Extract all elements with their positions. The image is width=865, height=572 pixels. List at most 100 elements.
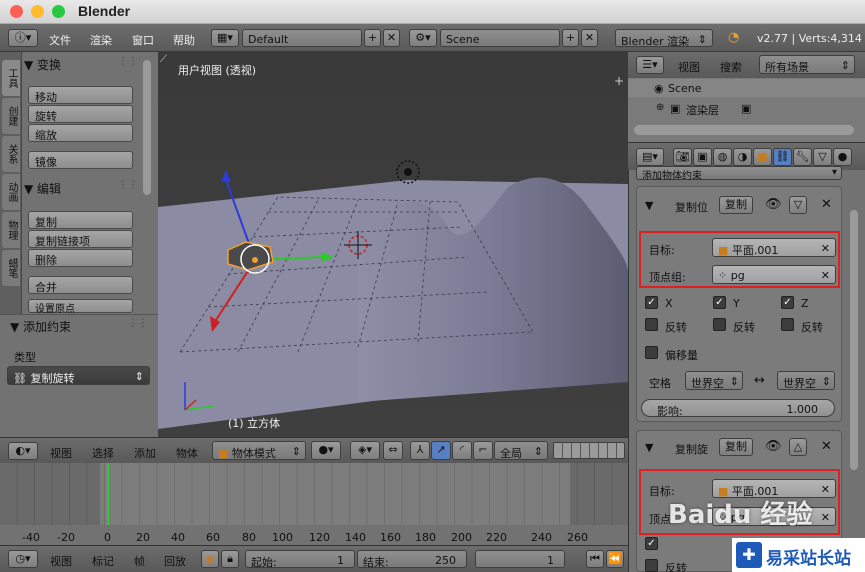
pivot-icon[interactable]: ◈▾ [350, 441, 380, 460]
shading-icon[interactable]: ●▾ [311, 441, 341, 460]
jump-start-icon[interactable]: ⏮ [586, 550, 604, 568]
delete-layout-icon[interactable]: ✕ [383, 29, 400, 47]
editor-type-icon[interactable]: ⓘ▾ [8, 29, 38, 47]
collapse-icon[interactable]: ▼ [645, 441, 653, 454]
menu-render[interactable]: 渲染 [90, 32, 112, 48]
use-x-checkbox[interactable]: ✓ [645, 537, 658, 550]
tab-animation[interactable]: 动画 [2, 174, 20, 210]
properties-scrollbar[interactable] [850, 210, 858, 470]
rotate-widget-icon[interactable]: ↗ [431, 441, 451, 460]
current-frame-field[interactable]: 1 [475, 550, 565, 568]
clear-icon[interactable]: ✕ [821, 511, 830, 524]
influence-slider[interactable]: 影响: 1.000 [641, 399, 835, 418]
scale-widget-icon[interactable]: ◜ [452, 441, 472, 460]
properties-icon[interactable]: ▤▾ [636, 148, 664, 166]
menu-view[interactable]: 视图 [50, 445, 72, 461]
delete-scene-icon[interactable]: ✕ [581, 29, 598, 47]
shelf-scrollbar[interactable] [143, 60, 151, 195]
data-tab-icon[interactable]: ▽ [813, 148, 832, 166]
constraint-type-select[interactable]: ⛓ 复制旋转 ⇕ [7, 366, 150, 385]
menu-window[interactable]: 窗口 [132, 32, 154, 48]
owner-space-select[interactable]: 世界空 ⇕ [685, 371, 743, 390]
orientation-select[interactable]: 全局 ⇕ [494, 441, 548, 460]
rotate-button[interactable]: 旋转 [28, 105, 133, 123]
material-tab-icon[interactable]: ● [833, 148, 852, 166]
scene-tab-icon[interactable]: ◍ [713, 148, 732, 166]
drag-handle-icon[interactable]: ⋮⋮ [118, 180, 138, 191]
zoom-window-button[interactable] [52, 5, 65, 18]
end-frame-field[interactable]: 结束: 250 [357, 550, 467, 569]
render-layers-tab-icon[interactable]: ▣ [693, 148, 712, 166]
close-window-button[interactable] [10, 5, 23, 18]
duplicate-linked-button[interactable]: 复制链接项 [28, 230, 133, 248]
edit-header[interactable]: ▼ 编辑 [24, 180, 61, 198]
add-layout-icon[interactable]: + [364, 29, 381, 47]
constraints-tab-icon[interactable]: ⛓ [773, 148, 792, 166]
join-button[interactable]: 合并 [28, 276, 133, 294]
clear-icon[interactable]: ✕ [821, 269, 830, 282]
clear-icon[interactable]: ✕ [821, 242, 830, 255]
tab-tools[interactable]: 工具 [2, 60, 20, 96]
drag-handle-icon[interactable]: ⋮⋮ [118, 56, 138, 67]
tab-create[interactable]: 创建 [2, 98, 20, 134]
scene-field[interactable]: Scene [440, 29, 560, 47]
menu-select[interactable]: 选择 [92, 445, 114, 461]
tab-physics[interactable]: 物理 [2, 212, 20, 248]
menu-view[interactable]: 视图 [678, 59, 700, 75]
render-engine-select[interactable]: Blender 渲染 ⇕ [615, 29, 713, 48]
target-field[interactable]: ■ 平面.001 ✕ [712, 238, 836, 257]
invert-x-checkbox[interactable] [645, 559, 658, 572]
minimize-window-button[interactable] [31, 5, 44, 18]
menu-view[interactable]: 视图 [50, 553, 72, 569]
add-constraint-header[interactable]: ▼ 添加约束 [10, 318, 71, 335]
copy-button[interactable]: 复制 [719, 196, 753, 214]
mirror-button[interactable]: 镜像 [28, 151, 133, 169]
expand-icon[interactable]: ⊕ [656, 102, 664, 113]
constraint-name[interactable]: 复制旋 [675, 441, 708, 457]
offset-checkbox[interactable] [645, 346, 658, 359]
start-frame-field[interactable]: 起始: 1 [245, 550, 355, 569]
collapse-icon[interactable]: ▼ [645, 199, 653, 212]
current-frame-line[interactable] [107, 463, 109, 529]
outliner-row[interactable]: ◉ Scene [628, 79, 865, 97]
tab-grease-pencil[interactable]: 蜡笔 [2, 250, 20, 286]
move-up-icon[interactable]: △ [789, 438, 807, 456]
outliner-scrollbar[interactable] [634, 125, 854, 135]
render-tab-icon[interactable]: 📷︎ [673, 148, 692, 166]
visibility-eye-icon[interactable]: 👁︎ [765, 197, 782, 212]
transform-widget-icon[interactable]: ⌐ [473, 441, 493, 460]
set-origin-button[interactable]: 设置原点 [28, 299, 133, 315]
use-x-checkbox[interactable]: ✓ [645, 296, 658, 309]
modifiers-tab-icon[interactable]: 🔧︎ [793, 148, 812, 166]
invert-x-checkbox[interactable] [645, 318, 658, 331]
transform-header[interactable]: ▼ 变换 [24, 56, 61, 74]
outliner-row[interactable]: ⊕ ▣ 渲染层 ▣ [628, 99, 865, 117]
mode-select[interactable]: ■ 物体模式 ⇕ [212, 441, 306, 460]
menu-search[interactable]: 搜索 [720, 59, 742, 75]
editor-type-icon[interactable]: ◐▾ [8, 442, 38, 460]
clock-icon[interactable]: ◷▾ [8, 550, 38, 568]
remove-constraint-icon[interactable]: ✕ [821, 439, 832, 454]
corner-region-icon[interactable]: ⟋ [160, 54, 167, 65]
delete-button[interactable]: 删除 [28, 249, 133, 267]
display-filter-select[interactable]: 所有场景 ⇕ [759, 55, 855, 74]
layout-grid-icon[interactable]: ▦▾ [211, 29, 239, 47]
use-y-checkbox[interactable]: ✓ [713, 296, 726, 309]
menu-marker[interactable]: 标记 [92, 553, 114, 569]
vertex-group-field[interactable]: ⁘ pg ✕ [712, 265, 836, 284]
outliner-icon[interactable]: ☰▾ [636, 56, 664, 74]
world-tab-icon[interactable]: ◑ [733, 148, 752, 166]
layer-buttons[interactable] [553, 442, 625, 459]
lock-icon[interactable]: 🔒︎ [221, 550, 239, 568]
menu-object[interactable]: 物体 [176, 445, 198, 461]
object-tab-icon[interactable]: ■ [753, 148, 772, 166]
menu-add[interactable]: 添加 [134, 445, 156, 461]
add-scene-icon[interactable]: + [562, 29, 579, 47]
move-button[interactable]: 移动 [28, 86, 133, 104]
menu-help[interactable]: 帮助 [173, 32, 195, 48]
jump-keyframe-icon[interactable]: ⏪ [606, 550, 624, 568]
translate-widget-icon[interactable]: ⅄ [410, 441, 430, 460]
record-icon[interactable]: ◉ [201, 550, 219, 568]
constraint-name[interactable]: 复制位 [675, 199, 708, 215]
duplicate-button[interactable]: 复制 [28, 211, 133, 229]
